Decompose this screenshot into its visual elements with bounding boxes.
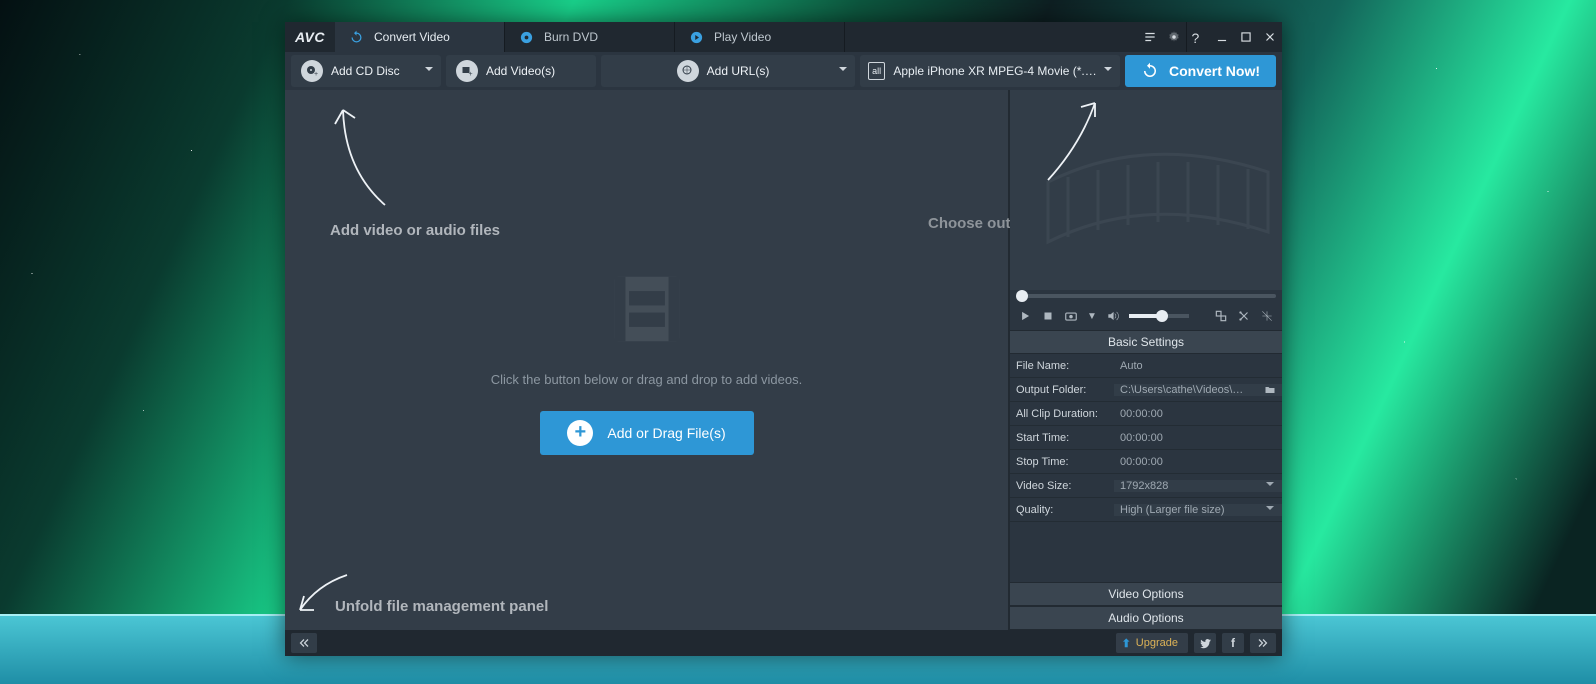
preview-area bbox=[1010, 90, 1282, 290]
row-file-name: File Name:Auto bbox=[1010, 354, 1282, 378]
title-bar: AVC Convert Video Burn DVD Play Video ? bbox=[285, 22, 1282, 52]
preview-scrubber[interactable] bbox=[1010, 290, 1282, 302]
globe-add-icon bbox=[677, 60, 699, 82]
btn-label: Add or Drag File(s) bbox=[607, 425, 725, 441]
scrubber-thumb[interactable] bbox=[1016, 290, 1028, 302]
section-audio-options[interactable]: Audio Options bbox=[1010, 606, 1282, 630]
film-watermark-icon bbox=[1028, 122, 1278, 272]
snapshot-icon[interactable] bbox=[1064, 309, 1078, 323]
section-video-options[interactable]: Video Options bbox=[1010, 582, 1282, 606]
preview-controls: ▼ bbox=[1010, 302, 1282, 330]
annotation-arrow-add bbox=[325, 100, 405, 210]
tab-label: Burn DVD bbox=[544, 30, 598, 44]
detach-icon[interactable] bbox=[1214, 309, 1228, 323]
chevron-left-double-icon bbox=[297, 637, 311, 649]
annotation-add-files: Add video or audio files bbox=[330, 222, 500, 239]
disc-icon bbox=[519, 30, 534, 45]
status-bar: ⬆ Upgrade f bbox=[285, 630, 1282, 656]
profile-label: Apple iPhone XR MPEG-4 Movie (*.m… bbox=[893, 64, 1098, 78]
add-cd-disc-button[interactable]: + Add CD Disc bbox=[291, 55, 441, 87]
btn-label: Add URL(s) bbox=[707, 64, 770, 78]
row-start-time: Start Time:00:00:00 bbox=[1010, 426, 1282, 450]
film-add-icon: + bbox=[456, 60, 478, 82]
value-file-name[interactable]: Auto bbox=[1114, 360, 1282, 372]
tab-convert-video[interactable]: Convert Video bbox=[335, 22, 505, 52]
refresh-icon bbox=[349, 30, 364, 45]
add-videos-button[interactable]: + Add Video(s) bbox=[446, 55, 596, 87]
svg-text:+: + bbox=[314, 71, 318, 77]
convert-icon bbox=[1141, 62, 1159, 80]
settings-gear-icon[interactable] bbox=[1162, 22, 1186, 52]
value-quality[interactable]: High (Larger file size) bbox=[1114, 504, 1282, 516]
help-icon[interactable]: ? bbox=[1186, 22, 1210, 52]
effects-icon[interactable] bbox=[1260, 309, 1274, 323]
add-or-drag-button[interactable]: + Add or Drag File(s) bbox=[540, 411, 754, 455]
app-window: AVC Convert Video Burn DVD Play Video ? … bbox=[285, 22, 1282, 656]
minimize-icon[interactable] bbox=[1210, 22, 1234, 52]
app-logo: AVC bbox=[285, 22, 335, 52]
disc-add-icon: + bbox=[301, 60, 323, 82]
close-icon[interactable] bbox=[1258, 22, 1282, 52]
tab-label: Play Video bbox=[714, 30, 771, 44]
value-start-time[interactable]: 00:00:00 bbox=[1114, 432, 1282, 444]
value-stop-time[interactable]: 00:00:00 bbox=[1114, 456, 1282, 468]
twitter-button[interactable] bbox=[1194, 633, 1216, 653]
plus-icon: + bbox=[567, 420, 593, 446]
annotation-arrow-unfold bbox=[292, 570, 352, 615]
annotation-unfold: Unfold file management panel bbox=[335, 598, 548, 615]
volume-icon[interactable] bbox=[1106, 309, 1120, 323]
toolbar: + Add CD Disc + Add Video(s) Add URL(s) … bbox=[285, 52, 1282, 90]
maximize-icon[interactable] bbox=[1234, 22, 1258, 52]
row-all-clip-duration: All Clip Duration:00:00:00 bbox=[1010, 402, 1282, 426]
expand-panel-button[interactable] bbox=[291, 633, 317, 653]
row-stop-time: Stop Time:00:00:00 bbox=[1010, 450, 1282, 474]
volume-slider[interactable] bbox=[1129, 314, 1189, 318]
row-quality: Quality:High (Larger file size) bbox=[1010, 498, 1282, 522]
twitter-icon bbox=[1199, 637, 1212, 650]
btn-label: Add Video(s) bbox=[486, 64, 555, 78]
btn-label: Upgrade bbox=[1136, 637, 1178, 649]
menu-list-icon[interactable] bbox=[1138, 22, 1162, 52]
stop-icon[interactable] bbox=[1041, 309, 1055, 323]
upgrade-arrow-icon: ⬆ bbox=[1122, 637, 1131, 650]
file-stage[interactable]: Click the button below or drag and drop … bbox=[285, 90, 1010, 630]
stage-hint: Click the button below or drag and drop … bbox=[491, 372, 802, 387]
facebook-icon: f bbox=[1231, 636, 1235, 650]
browse-folder-icon bbox=[1264, 384, 1276, 396]
upgrade-button[interactable]: ⬆ Upgrade bbox=[1116, 633, 1188, 653]
btn-label: Convert Now! bbox=[1169, 63, 1260, 79]
btn-label: Add CD Disc bbox=[331, 64, 400, 78]
film-placeholder-icon bbox=[604, 266, 690, 352]
value-output-folder[interactable]: C:\Users\cathe\Videos\… bbox=[1114, 384, 1282, 396]
row-video-size: Video Size:1792x828 bbox=[1010, 474, 1282, 498]
add-urls-button[interactable]: Add URL(s) bbox=[601, 55, 855, 87]
trim-icon[interactable] bbox=[1237, 309, 1251, 323]
play-icon[interactable] bbox=[1018, 309, 1032, 323]
row-output-folder: Output Folder:C:\Users\cathe\Videos\… bbox=[1010, 378, 1282, 402]
play-circle-icon bbox=[689, 30, 704, 45]
side-panel: ▼ Basic Settings File Name:Auto Output F… bbox=[1010, 90, 1282, 630]
value-video-size[interactable]: 1792x828 bbox=[1114, 480, 1282, 492]
svg-text:+: + bbox=[469, 71, 473, 77]
facebook-button[interactable]: f bbox=[1222, 633, 1244, 653]
chevron-right-double-icon bbox=[1256, 637, 1270, 649]
value-all-clip: 00:00:00 bbox=[1114, 408, 1282, 420]
tab-label: Convert Video bbox=[374, 30, 450, 44]
tab-play-video[interactable]: Play Video bbox=[675, 22, 845, 52]
section-basic-settings[interactable]: Basic Settings bbox=[1010, 330, 1282, 354]
profile-icon: all bbox=[868, 62, 885, 80]
output-profile-select[interactable]: all Apple iPhone XR MPEG-4 Movie (*.m… bbox=[860, 55, 1120, 87]
convert-now-button[interactable]: Convert Now! bbox=[1125, 55, 1276, 87]
tab-burn-dvd[interactable]: Burn DVD bbox=[505, 22, 675, 52]
collapse-side-button[interactable] bbox=[1250, 633, 1276, 653]
